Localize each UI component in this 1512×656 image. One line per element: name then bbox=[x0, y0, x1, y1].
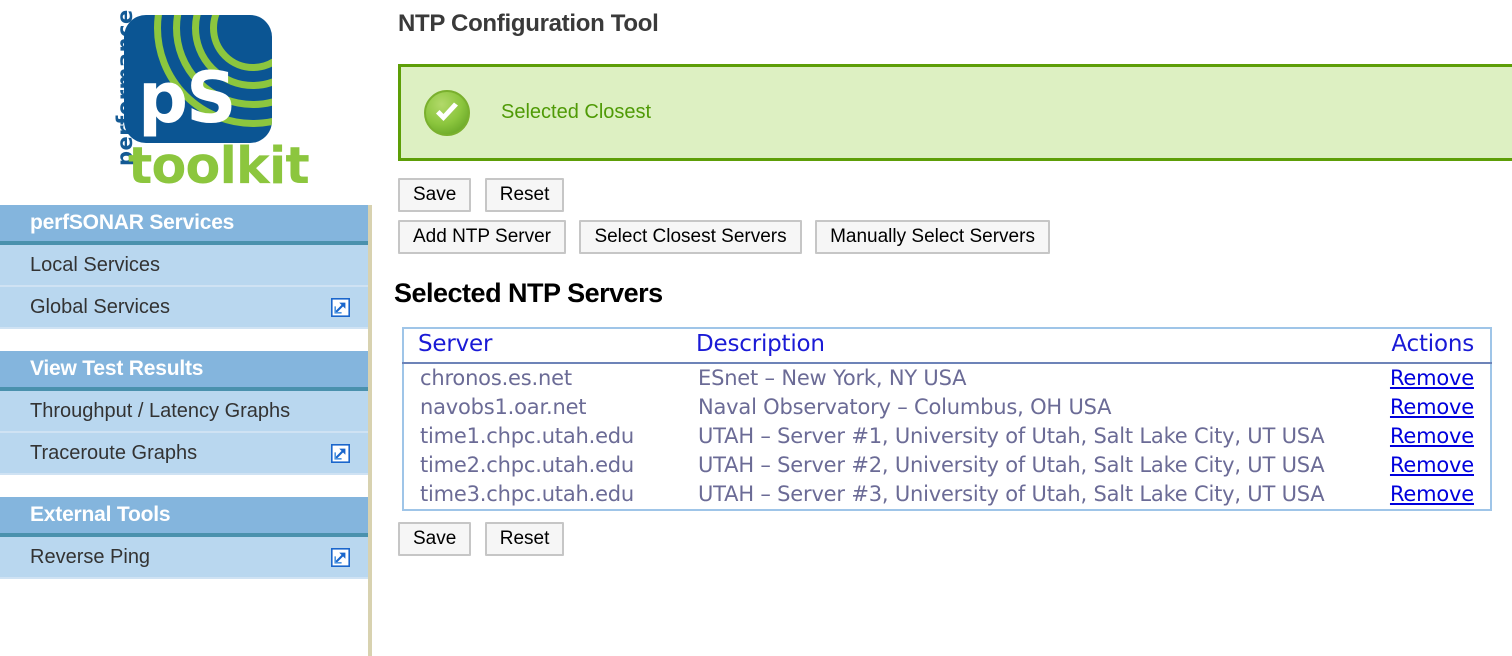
table-row: chronos.es.net ESnet – New York, NY USA … bbox=[403, 363, 1491, 393]
nav-header-view-test-results: View Test Results bbox=[0, 351, 368, 391]
table-row: time3.chpc.utah.edu UTAH – Server #3, Un… bbox=[403, 480, 1491, 510]
select-closest-servers-button[interactable]: Select Closest Servers bbox=[579, 220, 802, 254]
external-link-icon bbox=[331, 443, 350, 463]
nav-group-view-test-results: View Test Results Throughput / Latency G… bbox=[0, 351, 368, 475]
logo-toolkit-text: toolkit bbox=[128, 136, 310, 196]
selected-ntp-servers-table: Server Description Actions chronos.es.ne… bbox=[402, 327, 1492, 511]
nav-group-external-tools: External Tools Reverse Ping bbox=[0, 497, 368, 579]
column-header-server: Server bbox=[403, 328, 682, 364]
toolbar-primary: Save Reset bbox=[398, 178, 1512, 212]
reset-button-bottom[interactable]: Reset bbox=[484, 522, 565, 556]
remove-link[interactable]: Remove bbox=[1390, 366, 1474, 390]
cell-server: time1.chpc.utah.edu bbox=[420, 424, 635, 448]
page-title: NTP Configuration Tool bbox=[398, 10, 659, 37]
sidebar-item-label: Global Services bbox=[30, 295, 171, 318]
toolbar-actions: Add NTP Server Select Closest Servers Ma… bbox=[398, 220, 1512, 254]
sidebar-item-label: Throughput / Latency Graphs bbox=[30, 399, 291, 422]
external-link-icon bbox=[331, 297, 350, 317]
table-head: Server Description Actions bbox=[403, 328, 1491, 364]
nav-group-perfsonar-services: perfSONAR Services Local Services Global… bbox=[0, 205, 368, 329]
save-button-bottom[interactable]: Save bbox=[398, 522, 472, 556]
toolbar-bottom: Save Reset bbox=[398, 522, 1512, 556]
manually-select-servers-button[interactable]: Manually Select Servers bbox=[815, 220, 1050, 254]
brand-logo: performance pS toolkit bbox=[0, 0, 372, 205]
sidebar-item-global-services[interactable]: Global Services bbox=[0, 287, 368, 329]
cell-description: UTAH – Server #1, University of Utah, Sa… bbox=[698, 424, 1325, 448]
cell-description: UTAH – Server #3, University of Utah, Sa… bbox=[698, 482, 1325, 506]
section-title: Selected NTP Servers bbox=[394, 278, 663, 308]
cell-actions: Remove bbox=[1354, 422, 1491, 451]
sidebar: performance pS toolkit perfSONAR Service… bbox=[0, 0, 372, 656]
add-ntp-server-button[interactable]: Add NTP Server bbox=[398, 220, 566, 254]
column-header-description: Description bbox=[682, 328, 1354, 364]
cell-actions: Remove bbox=[1354, 480, 1491, 510]
status-banner-success: Selected Closest bbox=[398, 64, 1512, 161]
table-header-row: Server Description Actions bbox=[403, 328, 1491, 364]
column-header-actions: Actions bbox=[1354, 328, 1491, 364]
table-row: time2.chpc.utah.edu UTAH – Server #2, Un… bbox=[403, 451, 1491, 480]
remove-link[interactable]: Remove bbox=[1390, 453, 1474, 477]
table-body: chronos.es.net ESnet – New York, NY USA … bbox=[403, 363, 1491, 510]
cell-server: time2.chpc.utah.edu bbox=[420, 453, 635, 477]
remove-link[interactable]: Remove bbox=[1390, 482, 1474, 506]
remove-link[interactable]: Remove bbox=[1390, 424, 1474, 448]
nav-header-external-tools: External Tools bbox=[0, 497, 368, 537]
cell-server: navobs1.oar.net bbox=[420, 395, 587, 419]
remove-link[interactable]: Remove bbox=[1390, 395, 1474, 419]
sidebar-item-label: Traceroute Graphs bbox=[30, 441, 198, 464]
sidebar-item-reverse-ping[interactable]: Reverse Ping bbox=[0, 537, 368, 579]
save-button-top[interactable]: Save bbox=[398, 178, 472, 212]
ps-toolkit-logo: performance pS toolkit bbox=[88, 9, 310, 193]
logo-blue-square: pS bbox=[124, 14, 272, 143]
table-row: navobs1.oar.net Naval Observatory – Colu… bbox=[403, 393, 1491, 422]
sidebar-item-label: Reverse Ping bbox=[30, 545, 151, 568]
nav-header-perfsonar-services: perfSONAR Services bbox=[0, 205, 368, 245]
status-banner-message: Selected Closest bbox=[501, 101, 652, 123]
cell-server: time3.chpc.utah.edu bbox=[420, 482, 635, 506]
table-row: time1.chpc.utah.edu UTAH – Server #1, Un… bbox=[403, 422, 1491, 451]
app-window: performance pS toolkit perfSONAR Service… bbox=[0, 0, 1512, 656]
cell-description: ESnet – New York, NY USA bbox=[698, 366, 967, 390]
cell-actions: Remove bbox=[1354, 393, 1491, 422]
sidebar-item-local-services[interactable]: Local Services bbox=[0, 245, 368, 287]
logo-ps-text: pS bbox=[138, 56, 237, 139]
cell-description: UTAH – Server #2, University of Utah, Sa… bbox=[698, 453, 1325, 477]
cell-actions: Remove bbox=[1354, 451, 1491, 480]
external-link-icon bbox=[331, 547, 350, 567]
success-check-icon bbox=[423, 89, 471, 137]
reset-button-top[interactable]: Reset bbox=[484, 178, 565, 212]
cell-server: chronos.es.net bbox=[420, 366, 572, 390]
cell-actions: Remove bbox=[1354, 363, 1491, 393]
cell-description: Naval Observatory – Columbus, OH USA bbox=[698, 395, 1112, 419]
sidebar-item-label: Local Services bbox=[30, 253, 161, 276]
sidebar-item-traceroute-graphs[interactable]: Traceroute Graphs bbox=[0, 433, 368, 475]
sidebar-item-throughput-latency-graphs[interactable]: Throughput / Latency Graphs bbox=[0, 391, 368, 433]
main-content: NTP Configuration Tool Selected Closest bbox=[376, 0, 1512, 656]
